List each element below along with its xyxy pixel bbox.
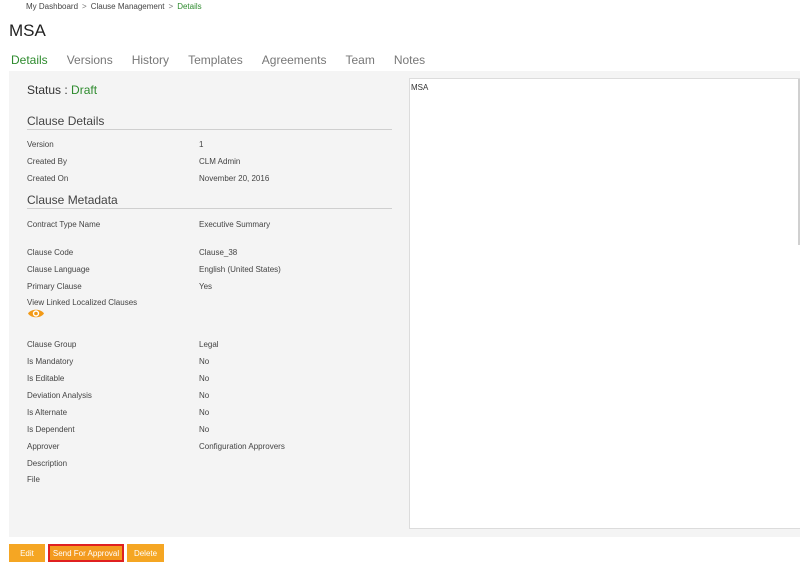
clause-language-label: Clause Language — [27, 265, 90, 274]
clause-group-value: Legal — [199, 340, 219, 349]
page-title: MSA — [9, 21, 46, 40]
status-line: Status : Draft — [27, 83, 97, 97]
contract-type-value: Executive Summary — [199, 220, 271, 229]
created-by-label: Created By — [27, 157, 68, 166]
is-alternate-label: Is Alternate — [27, 408, 68, 417]
delete-button[interactable]: Delete — [127, 544, 164, 562]
created-on-label: Created On — [27, 174, 69, 183]
tab-team[interactable]: Team — [345, 53, 374, 67]
clause-code-label: Clause Code — [27, 248, 74, 257]
approver-label: Approver — [27, 442, 60, 451]
is-editable-label: Is Editable — [27, 374, 65, 383]
preview-text: MSA — [411, 83, 429, 92]
clause-code-value: Clause_38 — [199, 248, 238, 257]
clause-group-label: Clause Group — [27, 340, 77, 349]
tab-agreements[interactable]: Agreements — [262, 53, 327, 67]
clause-details-heading: Clause Details — [27, 114, 105, 128]
status-label: Status : — [27, 83, 68, 97]
status-value: Draft — [71, 83, 98, 97]
is-dependent-value: No — [199, 425, 210, 434]
deviation-analysis-label: Deviation Analysis — [27, 391, 92, 400]
breadcrumb-separator: > — [168, 2, 174, 11]
section-divider — [27, 129, 392, 130]
clause-preview-pane[interactable]: MSA — [409, 78, 800, 529]
file-label: File — [27, 475, 40, 484]
created-by-value: CLM Admin — [199, 157, 241, 166]
tab-bar: Details Versions History Templates Agree… — [11, 53, 444, 67]
primary-clause-label: Primary Clause — [27, 282, 82, 291]
approver-value: Configuration Approvers — [199, 442, 285, 451]
tab-history[interactable]: History — [132, 53, 169, 67]
tab-notes[interactable]: Notes — [394, 53, 425, 67]
version-label: Version — [27, 140, 54, 149]
eye-icon[interactable] — [27, 307, 45, 320]
contract-type-label: Contract Type Name — [27, 220, 101, 229]
is-alternate-value: No — [199, 408, 210, 417]
primary-clause-value: Yes — [199, 282, 213, 291]
tab-versions[interactable]: Versions — [67, 53, 113, 67]
breadcrumb-clause-management[interactable]: Clause Management — [91, 2, 165, 11]
tab-templates[interactable]: Templates — [188, 53, 243, 67]
breadcrumb-current: Details — [177, 2, 202, 11]
section-divider — [27, 208, 392, 209]
is-dependent-label: Is Dependent — [27, 425, 75, 434]
breadcrumb: My Dashboard > Clause Management > Details — [26, 2, 202, 11]
breadcrumb-my-dashboard[interactable]: My Dashboard — [26, 2, 78, 11]
edit-button[interactable]: Edit — [9, 544, 45, 562]
breadcrumb-separator: > — [82, 2, 87, 11]
is-mandatory-value: No — [199, 357, 210, 366]
view-linked-clauses-label: View Linked Localized Clauses — [27, 298, 138, 307]
is-editable-value: No — [199, 374, 210, 383]
send-for-approval-button[interactable]: Send For Approval — [48, 544, 124, 562]
created-on-value: November 20, 2016 — [199, 174, 270, 183]
description-label: Description — [27, 459, 68, 468]
clause-metadata-heading: Clause Metadata — [27, 193, 118, 207]
clause-language-value: English (United States) — [199, 265, 281, 274]
is-mandatory-label: Is Mandatory — [27, 357, 74, 366]
tab-details[interactable]: Details — [11, 53, 48, 67]
version-value: 1 — [199, 140, 204, 149]
deviation-analysis-value: No — [199, 391, 210, 400]
